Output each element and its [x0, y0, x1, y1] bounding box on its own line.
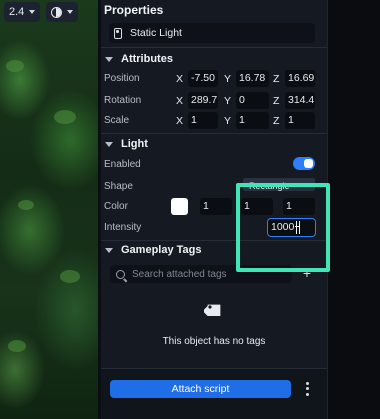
attributes-section-header[interactable]: Attributes: [101, 49, 327, 69]
rotation-row: Rotation X 289.7 Y 0 Z 314.4: [101, 92, 327, 110]
color-g-input[interactable]: 1: [241, 198, 273, 215]
rotation-y-input[interactable]: 0: [236, 92, 269, 109]
chevron-down-icon: [29, 10, 36, 14]
view-mode-dropdown[interactable]: [46, 2, 79, 22]
kebab-menu-icon[interactable]: [301, 381, 313, 397]
shape-label: Shape: [104, 181, 133, 192]
scale-label: Scale: [104, 115, 130, 126]
color-r-input[interactable]: 1: [200, 198, 232, 215]
viewport-toolbar: 2.4: [0, 0, 98, 24]
axis-x-label: X: [176, 95, 184, 107]
foliage: [60, 270, 80, 283]
position-label: Position: [104, 73, 140, 84]
axis-z-label: Z: [273, 115, 280, 127]
axis-y-label: Y: [224, 73, 232, 85]
scale-y-input[interactable]: 1: [236, 112, 269, 129]
tag-icon: [204, 304, 221, 316]
shape-row: Shape Rectangle: [101, 178, 327, 196]
axis-z-label: Z: [273, 95, 280, 107]
position-y-input[interactable]: 16.78: [236, 70, 269, 87]
no-tags-message: This object has no tags: [162, 336, 266, 347]
tag-search-input[interactable]: Search attached tags: [110, 265, 292, 283]
scene-viewport[interactable]: 2.4: [0, 0, 98, 419]
axis-x-label: X: [176, 115, 184, 127]
attributes-title: Attributes: [121, 53, 173, 65]
attach-script-button[interactable]: Attach script: [110, 380, 291, 398]
rotation-z-input[interactable]: 314.4: [285, 92, 315, 109]
foliage: [18, 200, 34, 210]
object-name-field[interactable]: Static Light: [109, 23, 315, 43]
section-divider: [101, 47, 327, 48]
position-x-input[interactable]: -7.50: [188, 70, 218, 87]
color-swatch[interactable]: [171, 198, 188, 215]
enabled-row: Enabled: [101, 156, 327, 174]
intensity-label: Intensity: [104, 222, 142, 233]
gameplay-tags-title: Gameplay Tags: [121, 244, 202, 256]
axis-z-label: Z: [273, 73, 280, 85]
foliage: [6, 60, 24, 72]
panel-title: Properties: [104, 3, 164, 17]
axis-y-label: Y: [224, 115, 232, 127]
object-name: Static Light: [130, 27, 182, 39]
text-cursor-icon: [295, 221, 300, 234]
gameplay-tags-section-header[interactable]: Gameplay Tags: [101, 240, 327, 260]
right-pane: [327, 0, 380, 419]
scale-x-input[interactable]: 1: [188, 112, 218, 129]
intensity-row: Intensity 1000: [101, 218, 327, 237]
scale-row: Scale X 1 Y 1 Z 1: [101, 112, 327, 130]
collapse-icon: [105, 56, 113, 62]
properties-panel: Properties Static Light Attributes Posit…: [101, 0, 327, 419]
position-z-input[interactable]: 16.69: [285, 70, 315, 87]
scale-z-input[interactable]: 1: [285, 112, 315, 129]
panel-footer: Attach script: [101, 368, 327, 419]
search-icon: [116, 269, 125, 279]
color-row: Color 1 1 1: [101, 198, 327, 216]
light-title: Light: [121, 138, 148, 150]
chevron-down-icon: [67, 10, 74, 14]
color-label: Color: [104, 201, 128, 212]
plus-icon[interactable]: +: [300, 266, 314, 280]
color-b-input[interactable]: 1: [283, 198, 315, 215]
position-row: Position X -7.50 Y 16.78 Z 16.69: [101, 70, 327, 88]
rotation-x-input[interactable]: 289.7: [188, 92, 218, 109]
globe-icon: [51, 6, 63, 18]
collapse-icon: [105, 141, 113, 147]
rotation-label: Rotation: [104, 95, 142, 106]
axis-y-label: Y: [224, 95, 232, 107]
light-section-header[interactable]: Light: [101, 134, 327, 154]
shape-dropdown[interactable]: Rectangle: [243, 178, 315, 191]
enabled-toggle[interactable]: [293, 157, 315, 170]
foliage: [8, 340, 26, 352]
enabled-label: Enabled: [104, 159, 141, 170]
tag-search-placeholder: Search attached tags: [132, 268, 227, 280]
zoom-value: 2.4: [9, 6, 25, 18]
intensity-input[interactable]: 1000: [267, 218, 316, 237]
object-icon: [114, 27, 122, 39]
zoom-dropdown[interactable]: 2.4: [4, 2, 41, 22]
collapse-icon: [105, 247, 113, 253]
foliage: [54, 110, 76, 124]
axis-x-label: X: [176, 73, 184, 85]
